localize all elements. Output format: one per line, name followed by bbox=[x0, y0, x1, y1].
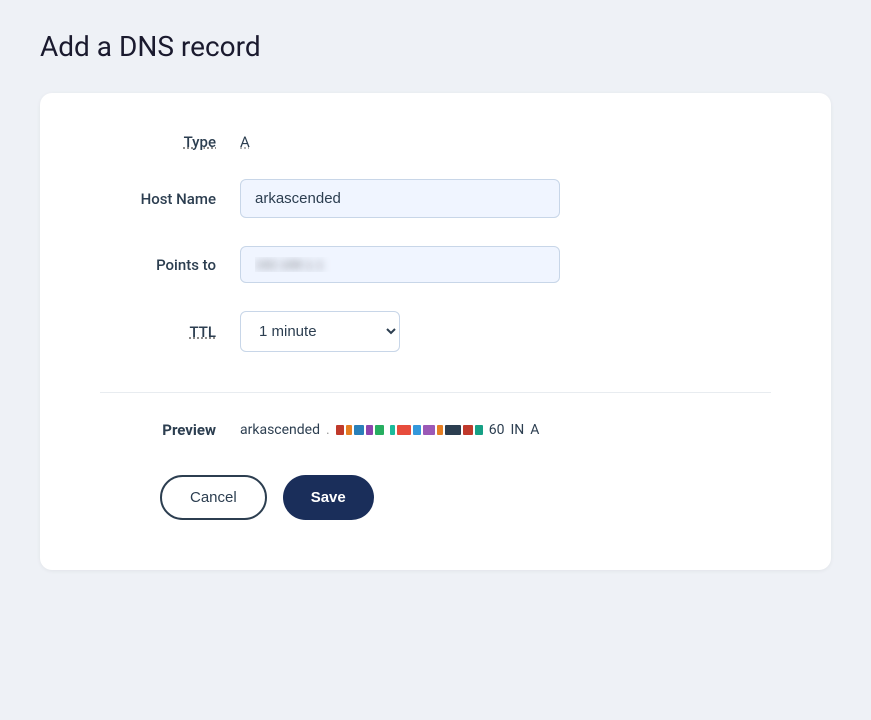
type-row: Type A bbox=[100, 133, 771, 151]
save-button[interactable]: Save bbox=[283, 475, 374, 520]
form-fields: Type A Host Name Points to TTL 1 minute … bbox=[100, 133, 771, 393]
preview-domain-pixels bbox=[336, 425, 384, 435]
dns-record-form-card: Type A Host Name Points to TTL 1 minute … bbox=[40, 93, 831, 570]
preview-ttl-number: 60 bbox=[489, 422, 505, 438]
points-to-input[interactable] bbox=[240, 246, 560, 283]
points-to-label: Points to bbox=[100, 256, 240, 274]
type-label: Type bbox=[100, 133, 240, 151]
preview-label: Preview bbox=[100, 421, 240, 439]
ttl-label: TTL bbox=[100, 323, 240, 341]
cancel-button[interactable]: Cancel bbox=[160, 475, 267, 520]
form-actions: Cancel Save bbox=[100, 475, 771, 520]
hostname-label: Host Name bbox=[100, 190, 240, 208]
page-title: Add a DNS record bbox=[40, 30, 831, 63]
hostname-input[interactable] bbox=[240, 179, 560, 218]
preview-section: Preview arkascended . bbox=[100, 393, 771, 439]
ttl-row: TTL 1 minute 5 minutes 30 minutes 1 hour… bbox=[100, 311, 771, 352]
preview-ip-pixels bbox=[390, 425, 483, 435]
preview-separator: . bbox=[326, 422, 330, 438]
hostname-row: Host Name bbox=[100, 179, 771, 218]
ttl-select[interactable]: 1 minute 5 minutes 30 minutes 1 hour 6 h… bbox=[240, 311, 400, 352]
preview-content: arkascended . 60 IN bbox=[240, 422, 539, 438]
preview-type: A bbox=[530, 422, 539, 438]
points-to-row: Points to bbox=[100, 246, 771, 283]
preview-class: IN bbox=[510, 422, 524, 438]
preview-hostname: arkascended bbox=[240, 422, 320, 438]
type-value: A bbox=[240, 133, 250, 151]
